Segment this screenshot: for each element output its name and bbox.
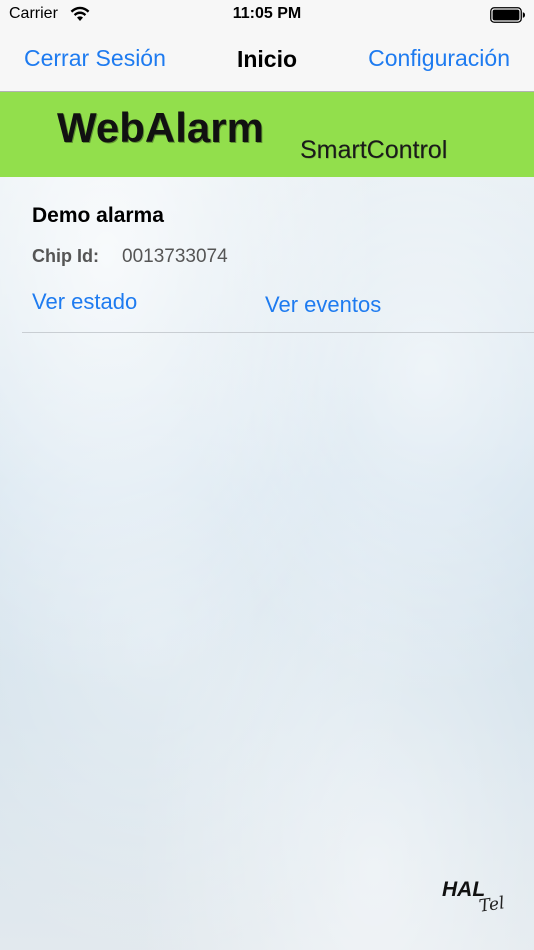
haltel-logo-script: Tel [477, 893, 506, 917]
status-time: 11:05 PM [232, 5, 302, 22]
status-bar: Carrier 11:05 PM [0, 0, 534, 30]
settings-button[interactable]: Configuración [368, 45, 510, 72]
banner-title: WebAlarm [57, 104, 264, 151]
alarm-name: Demo alarma [32, 204, 164, 227]
banner-subtitle: SmartControl [300, 136, 448, 164]
battery-icon [490, 7, 526, 23]
webalarm-banner: WebAlarm SmartControl [0, 92, 534, 177]
view-status-link[interactable]: Ver estado [32, 289, 137, 315]
alarm-list-item: Demo alarma Chip Id: 0013733074 Ver esta… [22, 177, 534, 333]
chip-id-label: Chip Id: [32, 246, 99, 266]
navigation-bar: Cerrar Sesión Inicio Configuración [0, 30, 534, 92]
haltel-logo: HAL Tel [442, 878, 518, 928]
alarm-list: Demo alarma Chip Id: 0013733074 Ver esta… [0, 177, 534, 950]
chip-id-value: 0013733074 [122, 246, 228, 267]
view-events-link[interactable]: Ver eventos [265, 292, 381, 318]
